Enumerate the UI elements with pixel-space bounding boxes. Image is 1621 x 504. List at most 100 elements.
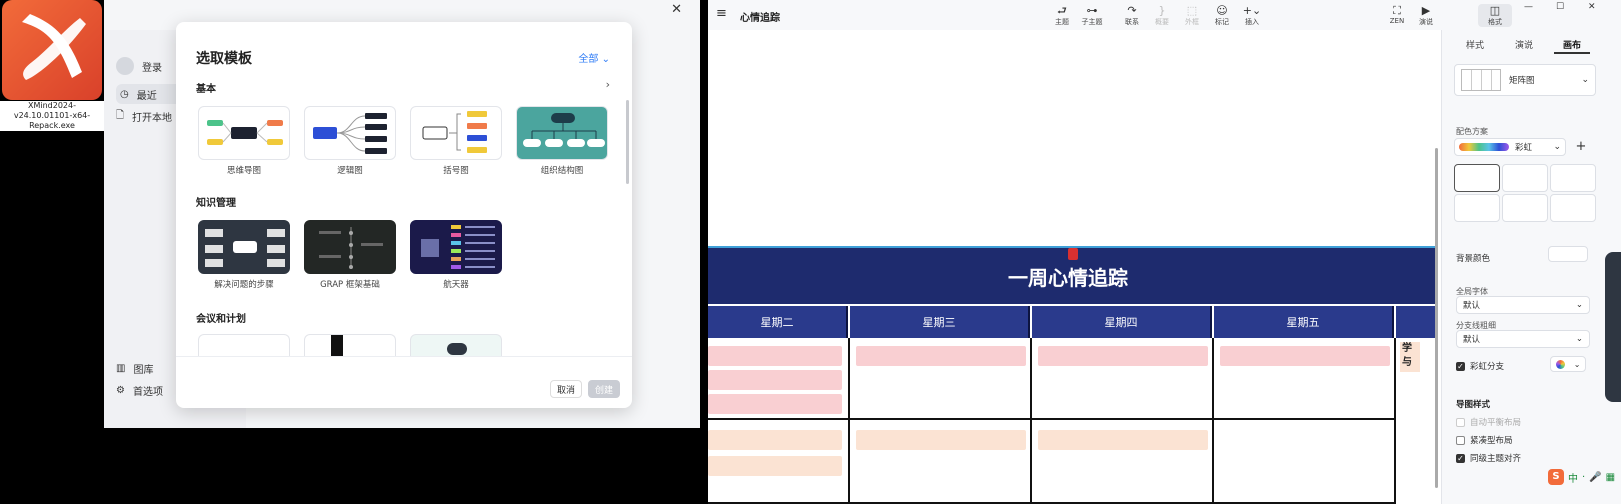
day-header[interactable]: 星期五 bbox=[1214, 306, 1394, 338]
mood-topic[interactable] bbox=[708, 346, 842, 366]
rainbow-color-picker[interactable]: ⌄ bbox=[1550, 356, 1586, 372]
mood-topic[interactable] bbox=[708, 430, 842, 450]
branch-thickness-select[interactable]: 默认 ⌄ bbox=[1456, 330, 1590, 348]
cancel-button[interactable]: 取消 bbox=[550, 380, 582, 398]
partial-topic[interactable]: 学与 bbox=[1400, 342, 1420, 372]
gear-icon: ⚙ bbox=[116, 384, 125, 396]
day-header[interactable]: 星期四 bbox=[1032, 306, 1212, 338]
section-title: 会议和计划 bbox=[196, 314, 246, 325]
chevron-down-icon: ⌄ bbox=[1553, 142, 1561, 152]
dialog-scrollbar[interactable] bbox=[626, 100, 629, 184]
sidebar-item-label: 打开本地 bbox=[132, 112, 173, 124]
desktop-icon-caption: XMind2024-v24.10.01101-x64-Repack.exe bbox=[0, 101, 104, 131]
theme-thumbnail[interactable] bbox=[1550, 164, 1596, 192]
sidebar-item-label: 登录 bbox=[142, 62, 162, 74]
template-card-spacecraft[interactable] bbox=[410, 220, 502, 274]
floating-side-widget[interactable] bbox=[1605, 252, 1621, 402]
insert-icon: +⌄ bbox=[1242, 4, 1262, 17]
subtopic-icon: ⊶ bbox=[1086, 4, 1098, 17]
tab-present[interactable]: 演说 bbox=[1515, 38, 1533, 51]
microphone-icon: 🎤 bbox=[1589, 471, 1602, 483]
sidebar-item-open-local[interactable]: 🗋 打开本地 bbox=[116, 106, 172, 126]
file-icon: 🗋 bbox=[116, 109, 125, 121]
mindmap-canvas[interactable]: 一周心情追踪 星期二 星期三 星期四 星期五 学与 bbox=[708, 30, 1441, 504]
tab-underline bbox=[1554, 52, 1590, 54]
template-card-brace[interactable] bbox=[410, 106, 502, 160]
template-label: 组织结构图 bbox=[540, 166, 584, 176]
auto-balance-checkbox[interactable]: 自动平衡布局 bbox=[1456, 416, 1521, 428]
mood-topic[interactable] bbox=[856, 430, 1026, 450]
grid-cell[interactable] bbox=[1214, 420, 1396, 504]
grid-icon: ▦ bbox=[1605, 471, 1616, 483]
punctuation-icon: · bbox=[1582, 471, 1586, 483]
section-title: 基本 bbox=[196, 84, 216, 95]
theme-thumbnail[interactable] bbox=[1454, 194, 1500, 222]
global-font-select[interactable]: 默认 ⌄ bbox=[1456, 296, 1590, 314]
template-card-meeting-3[interactable] bbox=[410, 334, 502, 356]
theme-thumbnail[interactable] bbox=[1550, 194, 1596, 222]
rainbow-branch-checkbox[interactable]: ✓ 彩虹分支 bbox=[1456, 360, 1504, 372]
create-button[interactable]: 创建 bbox=[588, 380, 620, 398]
dialog-title: 选取模板 bbox=[196, 51, 252, 67]
mood-topic[interactable] bbox=[708, 394, 842, 414]
toolbar-insert-button[interactable]: +⌄ 插入 bbox=[1232, 4, 1272, 27]
matrix-structure-icon bbox=[1461, 69, 1501, 91]
map-style-label: 导图样式 bbox=[1456, 400, 1491, 410]
template-label: 航天器 bbox=[443, 280, 469, 290]
chevron-right-icon[interactable]: › bbox=[606, 78, 610, 91]
theme-thumbnail[interactable] bbox=[1502, 164, 1548, 192]
template-label: 逻辑图 bbox=[337, 166, 363, 176]
menu-icon[interactable]: ≡ bbox=[716, 6, 727, 21]
theme-thumbnail[interactable] bbox=[1454, 164, 1500, 192]
day-header[interactable]: 星期三 bbox=[850, 306, 1030, 338]
canvas-scrollbar[interactable] bbox=[1435, 148, 1438, 488]
template-card-problem-solving[interactable] bbox=[198, 220, 290, 274]
filter-dropdown[interactable]: 全部 ⌄ bbox=[578, 50, 610, 65]
mood-topic[interactable] bbox=[1038, 346, 1208, 366]
tab-canvas[interactable]: 画布 bbox=[1563, 38, 1581, 51]
ime-toolbar[interactable]: S 中 · 🎤 ▦ bbox=[1548, 468, 1618, 486]
present-button[interactable]: ▶ 演说 bbox=[1406, 4, 1446, 27]
template-card-org[interactable] bbox=[516, 106, 608, 160]
template-label: 括号图 bbox=[443, 166, 469, 176]
sidebar-item-library[interactable]: ▥ 图库 bbox=[116, 358, 153, 378]
template-card-meeting-2[interactable] bbox=[304, 334, 396, 356]
minimize-icon[interactable]: — bbox=[1524, 2, 1533, 12]
mood-topic[interactable] bbox=[708, 456, 842, 476]
play-icon: ▶ bbox=[1421, 4, 1431, 17]
xmind-logo-icon bbox=[2, 0, 102, 100]
template-label: GRAP 框架基础 bbox=[320, 280, 380, 290]
sidebar-item-preferences[interactable]: ⚙ 首选项 bbox=[116, 380, 163, 400]
tab-style[interactable]: 样式 bbox=[1466, 38, 1484, 51]
template-card-logic[interactable] bbox=[304, 106, 396, 160]
template-card-grap[interactable] bbox=[304, 220, 396, 274]
close-window-icon[interactable]: ✕ bbox=[1588, 2, 1596, 12]
day-header-partial[interactable] bbox=[1396, 306, 1436, 338]
color-scheme-label: 配色方案 bbox=[1456, 127, 1488, 136]
format-button[interactable]: ◫ 格式 bbox=[1478, 4, 1512, 27]
close-icon[interactable]: ✕ bbox=[671, 2, 682, 17]
mood-topic[interactable] bbox=[1220, 346, 1390, 366]
structure-select[interactable]: 矩阵图 ⌄ bbox=[1454, 64, 1596, 96]
align-same-level-checkbox[interactable]: ✓ 同级主题对齐 bbox=[1456, 452, 1521, 464]
bg-color-swatch[interactable] bbox=[1548, 246, 1588, 262]
chevron-down-icon: ⌄ bbox=[1573, 359, 1581, 369]
template-label: 思维导图 bbox=[226, 166, 261, 176]
mood-topic[interactable] bbox=[708, 370, 842, 390]
toolbar-subtopic-button[interactable]: ⊶ 子主题 bbox=[1072, 4, 1112, 27]
chevron-down-icon: ⌄ bbox=[1575, 300, 1583, 310]
desktop-app-icon[interactable]: XMind2024-v24.10.01101-x64-Repack.exe bbox=[0, 0, 104, 131]
template-card-mindmap[interactable] bbox=[198, 106, 290, 160]
add-scheme-icon[interactable]: + bbox=[1572, 138, 1590, 156]
mood-topic[interactable] bbox=[1038, 430, 1208, 450]
color-scheme-select[interactable]: 彩虹 ⌄ bbox=[1454, 138, 1566, 156]
template-card-meeting-1[interactable] bbox=[198, 334, 290, 356]
compact-layout-checkbox[interactable]: 紧凑型布局 bbox=[1456, 434, 1513, 446]
canvas-heading[interactable]: 一周心情追踪 bbox=[1008, 262, 1128, 291]
sidebar-item-login[interactable]: 登录 bbox=[116, 56, 162, 76]
mood-topic[interactable] bbox=[856, 346, 1026, 366]
day-header[interactable]: 星期二 bbox=[708, 306, 848, 338]
bg-color-label: 背景颜色 bbox=[1456, 254, 1491, 264]
maximize-icon[interactable]: ☐ bbox=[1556, 2, 1564, 12]
theme-thumbnail[interactable] bbox=[1502, 194, 1548, 222]
